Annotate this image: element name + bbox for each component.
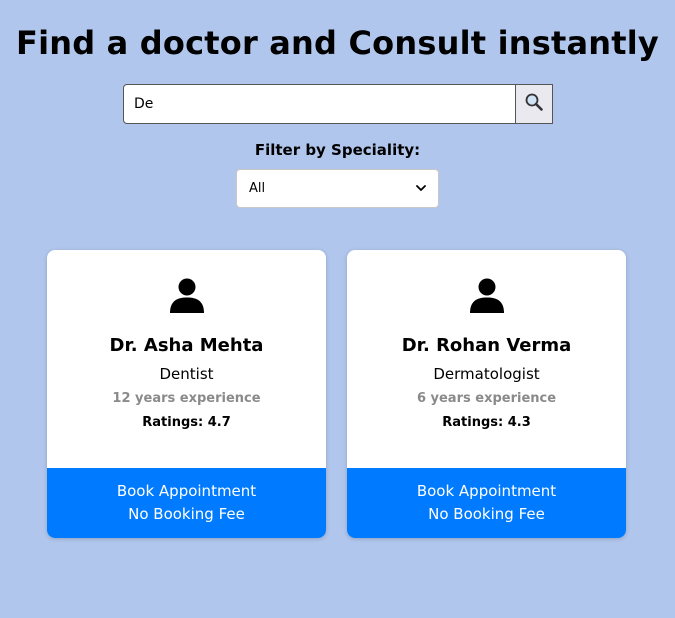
doctor-speciality: Dentist	[159, 365, 214, 383]
speciality-select[interactable]: All	[236, 169, 439, 208]
doctor-name: Dr. Rohan Verma	[401, 335, 572, 356]
filter-label: Filter by Speciality:	[254, 141, 421, 159]
doctor-experience: 6 years experience	[416, 391, 557, 406]
doctor-speciality: Dermatologist	[433, 365, 540, 383]
chevron-down-icon	[416, 181, 426, 196]
magnifier-icon	[524, 92, 544, 116]
book-appointment-button[interactable]: Book Appointment No Booking Fee	[47, 468, 326, 538]
doctor-experience: 12 years experience	[112, 391, 261, 406]
doctor-rating: Ratings: 4.3	[442, 415, 531, 430]
page-title: Find a doctor and Consult instantly	[16, 24, 659, 62]
user-icon	[47, 277, 326, 313]
doctor-name: Dr. Asha Mehta	[109, 335, 264, 356]
doctor-card: Dr. Asha Mehta Dentist 12 years experien…	[47, 250, 326, 538]
booking-fee-label: No Booking Fee	[428, 505, 545, 523]
book-appointment-button[interactable]: Book Appointment No Booking Fee	[347, 468, 626, 538]
search-button[interactable]	[516, 84, 553, 124]
search-input[interactable]	[123, 84, 516, 124]
booking-fee-label: No Booking Fee	[128, 505, 245, 523]
user-icon	[347, 277, 626, 313]
book-appointment-label: Book Appointment	[416, 482, 557, 500]
doctor-card: Dr. Rohan Verma Dermatologist 6 years ex…	[347, 250, 626, 538]
search-bar	[123, 84, 553, 124]
page: Find a doctor and Consult instantly Filt…	[0, 0, 675, 618]
speciality-select-value: All	[249, 181, 266, 196]
doctor-rating: Ratings: 4.7	[142, 415, 231, 430]
book-appointment-label: Book Appointment	[116, 482, 257, 500]
